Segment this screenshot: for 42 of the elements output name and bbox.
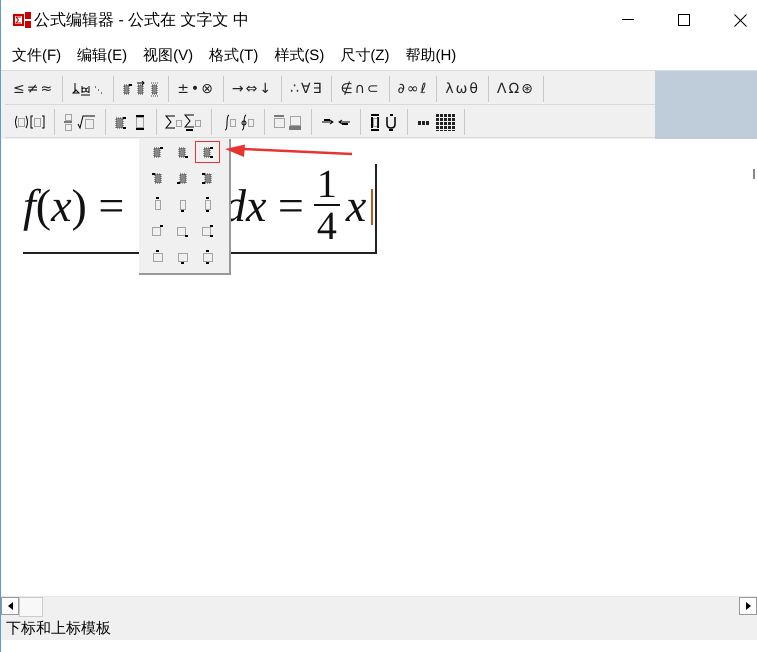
template-option[interactable] — [195, 141, 220, 163]
edge-mark — [753, 169, 755, 179]
menu-item[interactable]: 尺寸(Z) — [332, 46, 398, 64]
menu-item[interactable]: 格式(T) — [201, 46, 266, 64]
insertion-caret — [371, 189, 373, 225]
product-icons — [369, 114, 399, 130]
summation-icons — [165, 114, 203, 130]
menu-item[interactable]: 视图(V) — [135, 46, 202, 64]
close-icon[interactable] — [734, 14, 747, 26]
symbol-palette-button[interactable]: ≤≠≈ — [5, 76, 64, 102]
menu-item[interactable]: 编辑(E) — [69, 46, 136, 64]
scroll-right-button[interactable] — [739, 597, 757, 615]
bar-icons — [273, 114, 303, 130]
symbol-palette-button[interactable]: →⇔↓ — [224, 76, 282, 102]
labeled-arrow-icons — [320, 118, 352, 126]
symbol-palette-button[interactable]: ∂∞ℓ — [390, 76, 438, 102]
symbol-palette-button[interactable]: ∴∀∃ — [282, 76, 332, 102]
numerator: 1 — [316, 164, 337, 204]
matrix-arrow-icons — [122, 80, 160, 98]
menu-item[interactable]: 帮助(H) — [397, 46, 464, 64]
menu-item[interactable]: 文件(F) — [4, 46, 70, 64]
scroll-left-button[interactable] — [1, 597, 19, 615]
scroll-thumb[interactable] — [19, 597, 43, 617]
app-icon — [13, 11, 31, 29]
right-arrow-icon — [746, 602, 750, 610]
symbol-palette-button[interactable]: ±•⊗ — [169, 76, 224, 102]
minimize-icon[interactable] — [622, 19, 634, 21]
symbol-palette-button[interactable]: ΛΩ⊛ — [488, 76, 544, 102]
symbol-palette-button[interactable]: λωθ — [437, 76, 489, 102]
status-text: 下标和上标模板 — [6, 619, 111, 638]
horizontal-scrollbar[interactable] — [1, 596, 757, 617]
fence-icons — [13, 114, 46, 130]
maximize-icon[interactable] — [678, 14, 690, 26]
matrix-icons — [416, 114, 456, 130]
symbol-palette-button[interactable]: ∉∩⊂ — [332, 76, 390, 102]
fraction-root-icons — [63, 114, 97, 130]
menu-item[interactable]: 样式(S) — [266, 46, 332, 64]
equation-text: x — [346, 178, 366, 232]
denominator: 4 — [316, 206, 337, 246]
equation-text: f(x) = — [23, 178, 126, 232]
window-title: 公式编辑器 - 公式在 文字文 中 — [34, 10, 250, 30]
left-arrow-icon — [8, 602, 12, 610]
